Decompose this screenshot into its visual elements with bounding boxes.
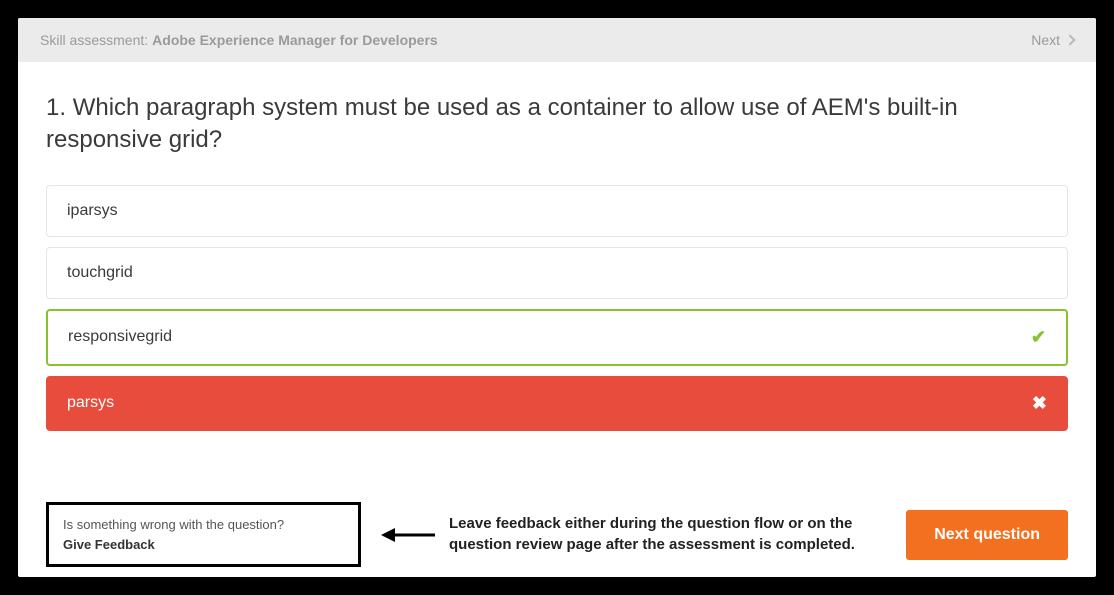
check-icon: ✔ (1031, 327, 1046, 348)
option-1[interactable]: iparsys (46, 185, 1068, 237)
question-number: 1. (46, 94, 66, 121)
next-question-button[interactable]: Next question (906, 510, 1068, 560)
next-link-label: Next (1031, 32, 1060, 48)
topbar-title: Adobe Experience Manager for Developers (152, 32, 438, 48)
option-3-correct[interactable]: responsivegrid ✔ (46, 309, 1068, 366)
footer: Is something wrong with the question? Gi… (18, 484, 1096, 577)
question-body: Which paragraph system must be used as a… (46, 94, 958, 153)
option-2[interactable]: touchgrid (46, 247, 1068, 299)
arrow-left-icon (381, 525, 437, 545)
option-label: touchgrid (67, 264, 133, 282)
feedback-box: Is something wrong with the question? Gi… (46, 502, 361, 567)
option-label: iparsys (67, 202, 118, 220)
question-text: 1. Which paragraph system must be used a… (46, 92, 1068, 157)
options-list: iparsys touchgrid responsivegrid ✔ parsy… (46, 185, 1068, 431)
topbar-prefix: Skill assessment: (40, 32, 148, 48)
next-link[interactable]: Next (1031, 32, 1074, 48)
annotation-text: Leave feedback either during the questio… (449, 514, 886, 555)
feedback-prompt: Is something wrong with the question? (63, 515, 344, 535)
annotation: Leave feedback either during the questio… (381, 514, 886, 555)
close-icon: ✖ (1032, 393, 1047, 414)
topbar-title-group: Skill assessment: Adobe Experience Manag… (40, 32, 438, 48)
topbar: Skill assessment: Adobe Experience Manag… (18, 18, 1096, 62)
option-label: responsivegrid (68, 328, 172, 346)
option-label: parsys (67, 394, 114, 412)
content-area: 1. Which paragraph system must be used a… (18, 62, 1096, 484)
option-4-incorrect[interactable]: parsys ✖ (46, 376, 1068, 431)
chevron-right-icon (1064, 34, 1075, 45)
give-feedback-link[interactable]: Give Feedback (63, 535, 344, 555)
assessment-window: Skill assessment: Adobe Experience Manag… (18, 18, 1096, 577)
